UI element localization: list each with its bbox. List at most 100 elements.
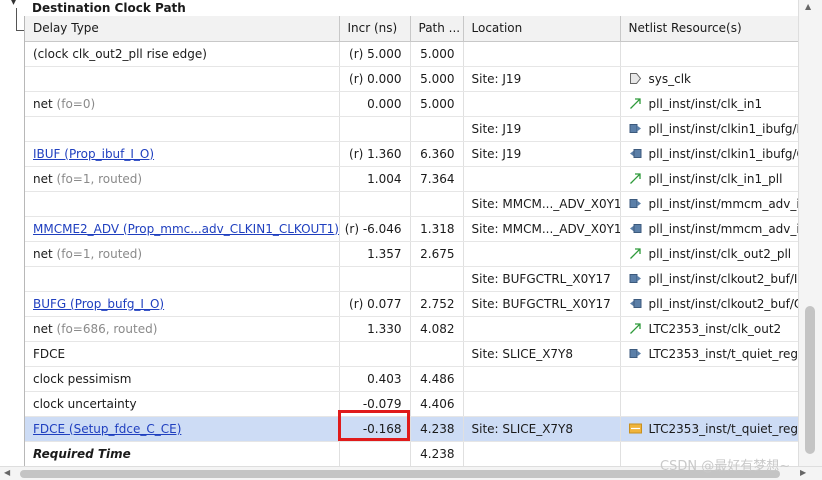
scroll-up-icon[interactable]: ▲ <box>805 2 811 11</box>
cell-location <box>463 41 621 67</box>
table-row[interactable]: Site: MMCM..._ADV_X0Y1 pll_inst/inst/mmcm… <box>25 191 799 217</box>
cell-delay-type: MMCME2_ADV (Prop_mmc...adv_CLKIN1_CLKOUT… <box>25 216 340 242</box>
collapse-toggle-icon[interactable]: ▾ <box>11 0 21 8</box>
cell-location <box>463 441 621 466</box>
table-row[interactable]: net (fo=1, routed) 1.004 7.364 pll_inst/ins… <box>25 166 799 192</box>
cell-delay-type: FDCE <box>25 341 340 367</box>
section-title: Destination Clock Path <box>32 1 186 15</box>
netlist-resource[interactable]: pll_inst/inst/mmcm_adv_inst/CLKOUT1 <box>629 222 798 236</box>
column-header-netlist-resource[interactable]: Netlist Resource(s) <box>620 16 798 42</box>
table-header-row: Delay Type Incr (ns) Path ... Location N… <box>25 16 798 42</box>
cell-netlist-resource: pll_inst/inst/clk_in1_pll <box>620 166 799 192</box>
cell-location: Site: MMCM..._ADV_X0Y1 <box>463 216 621 242</box>
vertical-scrollbar[interactable]: ▲ <box>798 0 822 466</box>
column-header-location[interactable]: Location <box>463 16 621 42</box>
table-row[interactable]: clock uncertainty -0.079 4.406 <box>25 391 798 417</box>
cell-incr: 1.357 <box>339 241 411 267</box>
table-row[interactable]: IBUF (Prop_ibuf_I_O) (r) 1.360 6.360 Site: … <box>25 141 798 167</box>
cell-incr <box>339 116 411 142</box>
table-row[interactable]: clock pessimism 0.403 4.486 <box>25 366 798 392</box>
cell-incr: (r) 0.077 <box>339 291 411 317</box>
cell-incr <box>339 441 411 466</box>
table-row[interactable]: BUFG (Prop_bufg_I_O) (r) 0.077 2.752 Site: … <box>25 291 799 317</box>
cell-incr: 1.004 <box>339 166 411 192</box>
cell-incr: -0.079 <box>339 391 411 417</box>
table-row[interactable]: net (fo=686, routed) 1.330 4.082 LTC2353_in… <box>25 316 799 342</box>
netlist-resource[interactable]: pll_inst/inst/clkin1_ibufg/O <box>629 147 798 161</box>
netlist-resource[interactable]: sys_clk <box>629 72 799 86</box>
cell-incr: (r) -6.046 <box>339 216 411 242</box>
netlist-resource[interactable]: LTC2353_inst/t_quiet_reg[2]/C <box>629 346 799 361</box>
column-header-path[interactable]: Path ... <box>410 16 464 42</box>
cell-delay-type: BUFG (Prop_bufg_I_O) <box>25 291 340 317</box>
pin-in-icon <box>629 197 642 210</box>
delay-type-link[interactable]: BUFG (Prop_bufg_I_O) <box>33 297 164 311</box>
pin-in-icon <box>629 347 642 360</box>
cell-path: 4.082 <box>410 316 464 342</box>
scroll-right-icon[interactable]: ▶ <box>800 468 806 477</box>
cell-netlist-resource: pll_inst/inst/clkout2_buf/I <box>620 266 799 292</box>
cell-location <box>463 241 621 267</box>
netlist-resource[interactable]: pll_inst/inst/clk_in1 <box>629 97 799 111</box>
netlist-resource[interactable]: LTC2353_inst/t_quiet_reg[2] <box>628 422 798 436</box>
netlist-resource-label: LTC2353_inst/t_quiet_reg[2]/C <box>648 346 799 361</box>
netlist-resource-label: LTC2353_inst/clk_out2 <box>648 321 782 336</box>
netlist-resource[interactable]: LTC2353_inst/clk_out2 <box>629 322 799 336</box>
netlist-resource-label: pll_inst/inst/clkout2_buf/I <box>648 271 798 286</box>
delay-type-text: Required Time <box>33 446 131 461</box>
table-row[interactable]: (r) 0.000 5.000 Site: J19 sys_clk <box>25 66 799 92</box>
table-row[interactable]: net (fo=0) 0.000 5.000 pll_inst/inst/clk_in… <box>25 91 799 117</box>
delay-type-link[interactable]: MMCME2_ADV (Prop_mmc...adv_CLKIN1_CLKOUT… <box>33 222 338 236</box>
cell-path: 5.000 <box>410 66 464 92</box>
pin-out-icon <box>629 222 642 235</box>
scroll-left-icon[interactable]: ◀ <box>4 468 10 477</box>
net-icon <box>629 247 642 260</box>
table-row[interactable]: FDCE Site: SLICE_X7Y8 LTC2353_inst/t_quiet… <box>25 341 799 367</box>
cell-location: Site: BUFGCTRL_X0Y17 <box>463 291 621 317</box>
table-row[interactable]: net (fo=1, routed) 1.357 2.675 pll_inst/ins… <box>25 241 799 267</box>
cell-delay-type: IBUF (Prop_ibuf_I_O) <box>25 141 340 167</box>
netlist-resource[interactable]: pll_inst/inst/clk_out2_pll <box>629 247 799 261</box>
netlist-resource[interactable]: pll_inst/inst/clkout2_buf/O <box>629 296 799 311</box>
cell-path: 4.238 <box>410 416 464 442</box>
cell-location <box>463 316 621 342</box>
table-row[interactable]: MMCME2_ADV (Prop_mmc...adv_CLKIN1_CLKOUT… <box>25 216 798 242</box>
cell-delay-type: clock uncertainty <box>25 391 340 417</box>
netlist-resource-label: pll_inst/inst/clkout2_buf/O <box>648 296 799 311</box>
cell-location <box>463 166 621 192</box>
vertical-scroll-thumb[interactable] <box>805 306 815 454</box>
table-row[interactable]: Site: J19 pll_inst/inst/clkin1_ibufg/I <box>25 116 798 142</box>
netlist-resource[interactable]: pll_inst/inst/clkout2_buf/I <box>629 272 799 286</box>
cell-location: Site: J19 <box>463 141 621 167</box>
cell-delay-type: clock pessimism <box>25 366 340 392</box>
delay-type-link[interactable]: FDCE (Setup_fdce_C_CE) <box>33 422 181 436</box>
table-row[interactable]: (clock clk_out2_pll rise edge) (r) 5.000 5… <box>25 41 798 67</box>
cell-netlist-resource <box>620 391 798 417</box>
cell-location: Site: SLICE_X7Y8 <box>463 416 621 442</box>
cell-netlist-resource: LTC2353_inst/t_quiet_reg[2] <box>620 416 798 442</box>
netlist-resource[interactable]: pll_inst/inst/clk_in1_pll <box>629 172 799 186</box>
column-header-incr[interactable]: Incr (ns) <box>339 16 411 42</box>
cell-netlist-resource <box>620 41 798 67</box>
net-icon <box>629 97 642 110</box>
delay-type-text: clock pessimism <box>33 371 132 386</box>
cell-delay-type: net (fo=1, routed) <box>25 241 340 267</box>
cell-path: 4.486 <box>410 366 464 392</box>
cell-netlist-resource: pll_inst/inst/clk_out2_pll <box>620 241 799 267</box>
table-body: (clock clk_out2_pll rise edge) (r) 5.000 5… <box>25 41 798 466</box>
cell-path <box>410 191 464 217</box>
cell-netlist-resource: pll_inst/inst/clkout2_buf/O <box>620 291 799 317</box>
watermark: CSDN @最好有梦想~ <box>660 459 791 474</box>
netlist-resource[interactable]: pll_inst/inst/mmcm_adv_inst/CLKIN1 <box>629 196 799 211</box>
table-row[interactable]: FDCE (Setup_fdce_C_CE) -0.168 4.238 Site: S… <box>25 416 798 442</box>
table-row[interactable]: Site: BUFGCTRL_X0Y17 pll_inst/inst/clkout… <box>25 266 799 292</box>
cell-incr: (r) 5.000 <box>339 41 411 67</box>
cell-incr: (r) 1.360 <box>339 141 411 167</box>
cell-location <box>463 391 621 417</box>
netlist-resource[interactable]: pll_inst/inst/clkin1_ibufg/I <box>629 122 798 136</box>
column-header-delay-type[interactable]: Delay Type <box>25 16 340 42</box>
cell-location <box>463 91 621 117</box>
cell-netlist-resource: LTC2353_inst/t_quiet_reg[2]/C <box>620 341 799 367</box>
delay-type-link[interactable]: IBUF (Prop_ibuf_I_O) <box>33 147 154 161</box>
netlist-resource-label: pll_inst/inst/mmcm_adv_inst/CLKIN1 <box>648 196 799 211</box>
